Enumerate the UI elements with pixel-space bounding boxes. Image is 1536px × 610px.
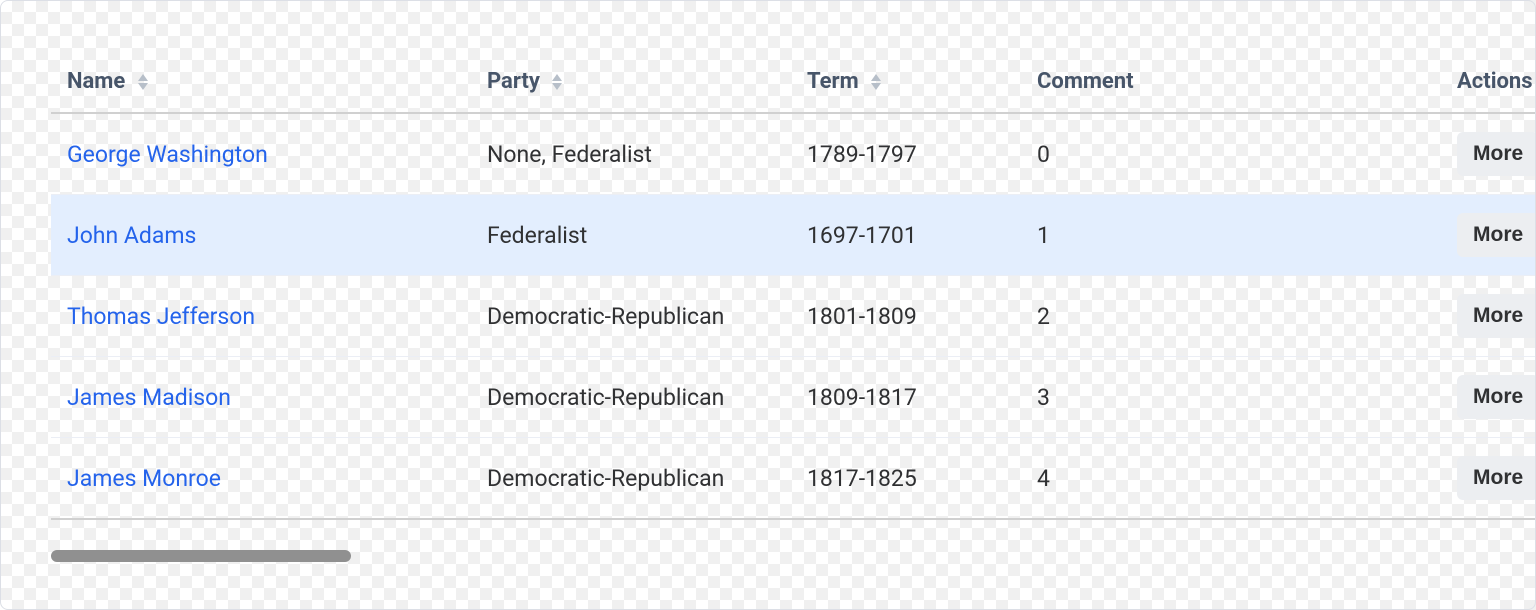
cell-actions: More [1441, 438, 1535, 520]
cell-actions: More [1441, 195, 1535, 276]
cell-party: Democratic-Republican [471, 438, 791, 520]
cell-name: Thomas Jefferson [51, 276, 471, 357]
table-card: Name Party Term [0, 0, 1536, 610]
more-button[interactable]: More [1457, 213, 1535, 257]
horizontal-scrollbar-thumb[interactable] [51, 550, 351, 562]
col-header-party-label: Party [487, 69, 540, 94]
table-header-row: Name Party Term [51, 51, 1535, 113]
cell-name: George Washington [51, 113, 471, 195]
table-scroll[interactable]: Name Party Term [51, 51, 1535, 520]
col-header-actions: Actions [1441, 51, 1535, 113]
cell-name: James Monroe [51, 438, 471, 520]
presidents-table: Name Party Term [51, 51, 1535, 520]
cell-comment: 2 [1021, 276, 1441, 357]
name-link[interactable]: George Washington [67, 141, 268, 168]
cell-term: 1817-1825 [791, 438, 1021, 520]
sort-icon[interactable] [137, 74, 149, 90]
table-row: James Monroe Democratic-Republican1817-18… [51, 438, 1535, 520]
cell-party: Democratic-Republican [471, 357, 791, 438]
cell-comment: 1 [1021, 195, 1441, 276]
cell-comment: 3 [1021, 357, 1441, 438]
sort-icon[interactable] [870, 74, 882, 90]
name-link[interactable]: John Adams [67, 222, 196, 249]
sort-icon[interactable] [551, 74, 563, 90]
cell-name: John Adams [51, 195, 471, 276]
table-row: Thomas Jefferson Democratic-Republican180… [51, 276, 1535, 357]
cell-actions: More [1441, 113, 1535, 195]
table-row: James Madison Democratic-Republican1809-1… [51, 357, 1535, 438]
col-header-name-label: Name [67, 69, 125, 94]
table-row: George Washington None, Federalist1789-17… [51, 113, 1535, 195]
col-header-comment-label: Comment [1037, 69, 1134, 94]
cell-term: 1697-1701 [791, 195, 1021, 276]
name-link[interactable]: James Monroe [67, 465, 221, 492]
cell-actions: More [1441, 276, 1535, 357]
more-button[interactable]: More [1457, 375, 1535, 419]
cell-term: 1809-1817 [791, 357, 1021, 438]
cell-term: 1789-1797 [791, 113, 1021, 195]
col-header-party[interactable]: Party [471, 51, 791, 113]
more-button[interactable]: More [1457, 456, 1535, 500]
col-header-name[interactable]: Name [51, 51, 471, 113]
cell-party: Democratic-Republican [471, 276, 791, 357]
cell-name: James Madison [51, 357, 471, 438]
col-header-term[interactable]: Term [791, 51, 1021, 113]
name-link[interactable]: James Madison [67, 384, 231, 411]
col-header-term-label: Term [807, 69, 859, 94]
more-button[interactable]: More [1457, 132, 1535, 176]
cell-actions: More [1441, 357, 1535, 438]
cell-term: 1801-1809 [791, 276, 1021, 357]
table-row: John Adams Federalist1697-17011 More [51, 195, 1535, 276]
cell-comment: 4 [1021, 438, 1441, 520]
more-button[interactable]: More [1457, 294, 1535, 338]
cell-comment: 0 [1021, 113, 1441, 195]
col-header-actions-label: Actions [1457, 69, 1533, 94]
cell-party: Federalist [471, 195, 791, 276]
name-link[interactable]: Thomas Jefferson [67, 303, 255, 330]
cell-party: None, Federalist [471, 113, 791, 195]
col-header-comment: Comment [1021, 51, 1441, 113]
